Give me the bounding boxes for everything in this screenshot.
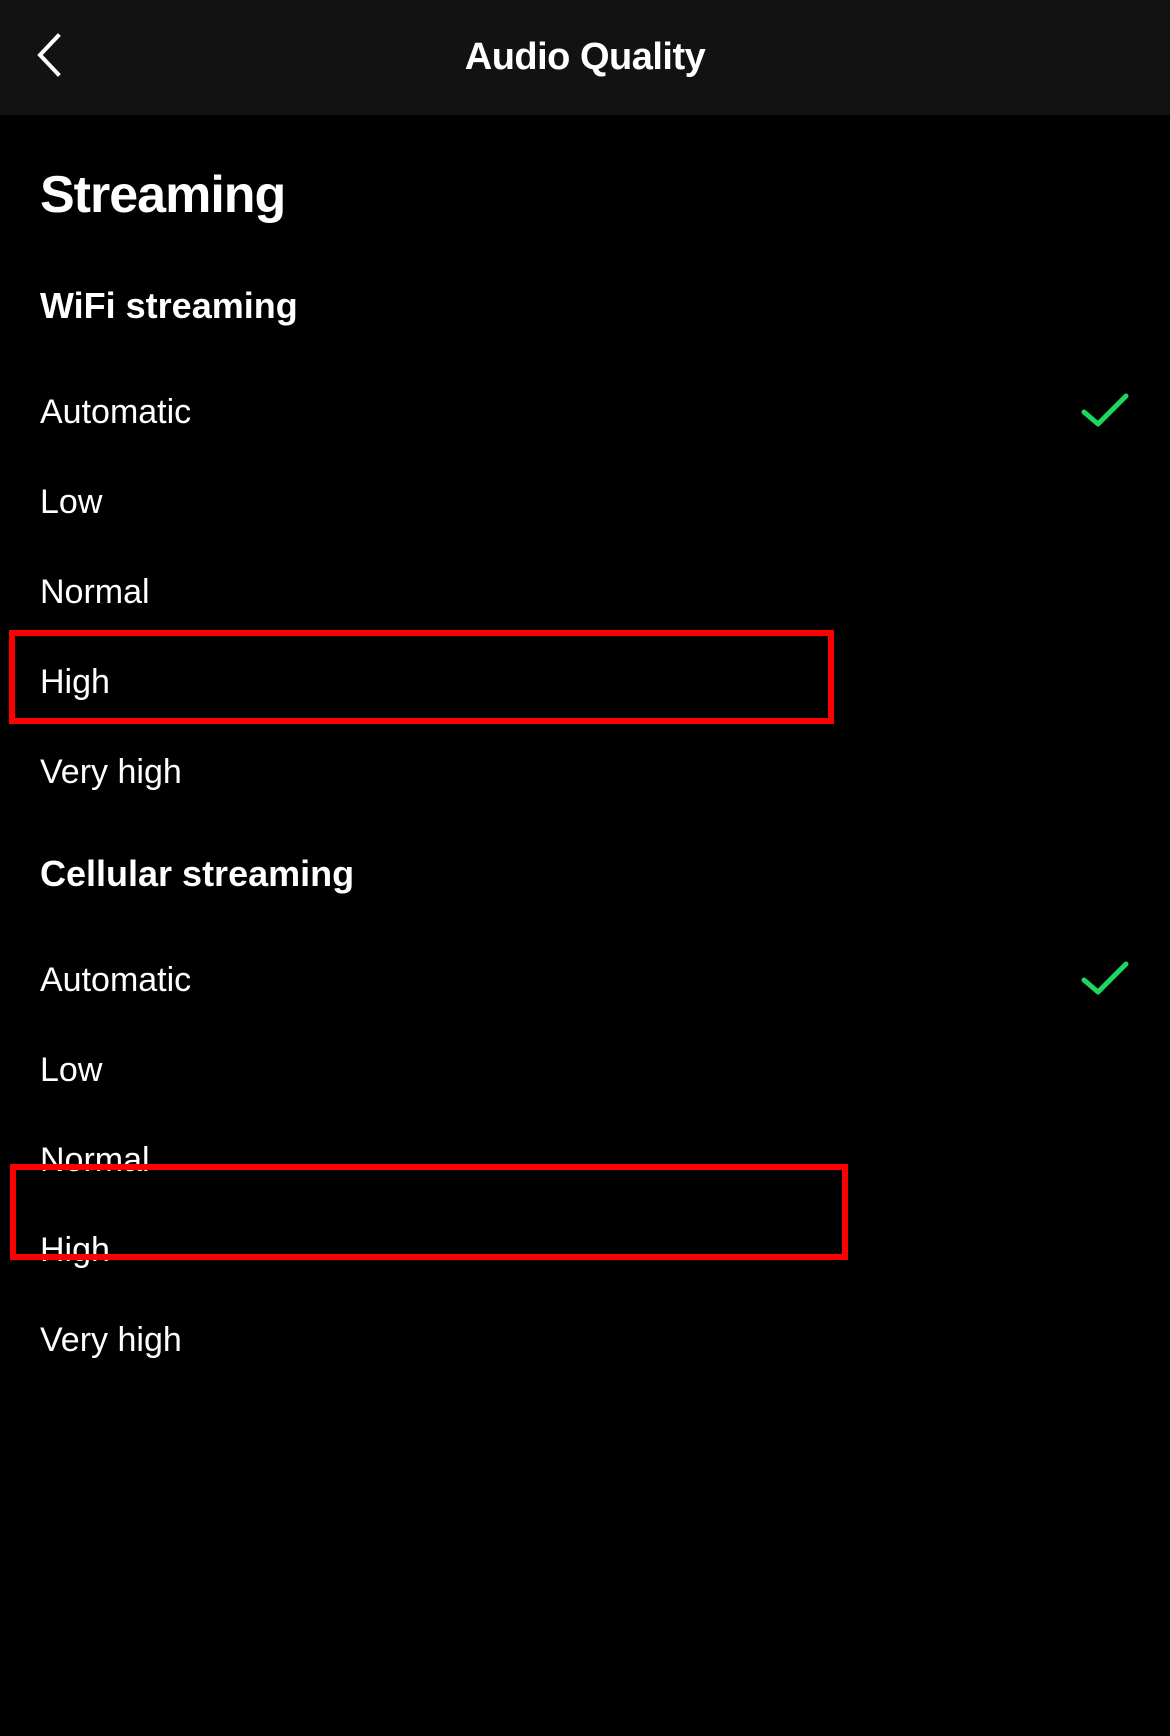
- cellular-option-normal[interactable]: Normal: [40, 1115, 1130, 1205]
- cellular-option-very-high[interactable]: Very high: [40, 1295, 1130, 1385]
- option-label: High: [40, 1231, 110, 1270]
- wifi-option-high[interactable]: High: [40, 637, 1130, 727]
- option-label: Low: [40, 483, 102, 522]
- back-button[interactable]: [20, 0, 78, 115]
- header: Audio Quality: [0, 0, 1170, 115]
- wifi-option-very-high[interactable]: Very high: [40, 727, 1130, 817]
- option-label: Normal: [40, 1141, 150, 1180]
- option-label: Normal: [40, 573, 150, 612]
- cellular-option-high[interactable]: High: [40, 1205, 1130, 1295]
- cellular-option-automatic[interactable]: Automatic: [40, 935, 1130, 1025]
- checkmark-icon: [1080, 390, 1130, 435]
- option-label: Very high: [40, 1321, 182, 1360]
- page-title: Audio Quality: [465, 36, 706, 79]
- option-label: Automatic: [40, 393, 191, 432]
- checkmark-icon: [1080, 958, 1130, 1003]
- group-cellular-title: Cellular streaming: [40, 853, 1130, 895]
- cellular-option-low[interactable]: Low: [40, 1025, 1130, 1115]
- option-label: Very high: [40, 753, 182, 792]
- content: Streaming WiFi streaming Automatic Low N…: [0, 115, 1170, 1385]
- option-label: Automatic: [40, 961, 191, 1000]
- wifi-option-low[interactable]: Low: [40, 457, 1130, 547]
- wifi-option-automatic[interactable]: Automatic: [40, 367, 1130, 457]
- section-title: Streaming: [40, 165, 1130, 225]
- group-wifi-title: WiFi streaming: [40, 285, 1130, 327]
- option-label: High: [40, 663, 110, 702]
- option-label: Low: [40, 1051, 102, 1090]
- chevron-left-icon: [32, 32, 66, 83]
- wifi-option-normal[interactable]: Normal: [40, 547, 1130, 637]
